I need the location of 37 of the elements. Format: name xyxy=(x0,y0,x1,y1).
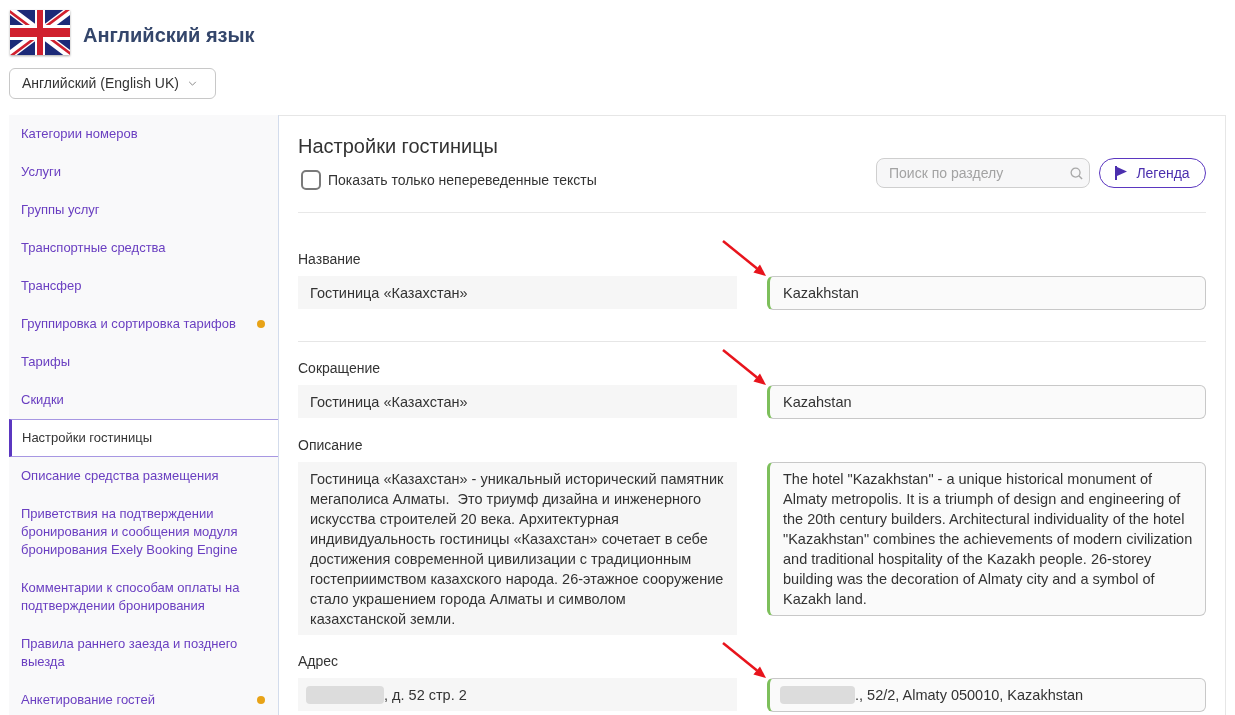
source-text: , д. 52 стр. 2 xyxy=(384,685,467,705)
checkbox-label: Показать только непереведенные тексты xyxy=(328,171,597,190)
search-field[interactable]: Поиск по разделу xyxy=(876,158,1090,188)
sidebar-item[interactable]: Трансфер xyxy=(9,267,278,305)
caret-icon xyxy=(187,81,197,86)
search-icon xyxy=(1070,167,1083,180)
source-text: Гостиница «Казахстан» xyxy=(310,283,468,303)
flag-icon xyxy=(10,10,70,55)
sidebar-item[interactable]: Транспортные средства xyxy=(9,229,278,267)
sidebar-item[interactable]: Услуги xyxy=(9,153,278,191)
sidebar-item[interactable]: Комментарии к способам оплаты на подтверждении бронирования xyxy=(9,569,278,625)
field-label: Название xyxy=(298,250,362,269)
translation-field[interactable]: Kazakhstan xyxy=(767,276,1206,310)
sidebar-item[interactable]: Описание средства размещения xyxy=(9,457,278,495)
sidebar-item[interactable]: Тарифы xyxy=(9,343,278,381)
sidebar-item[interactable]: Группировка и сортировка тарифов xyxy=(9,305,278,343)
sidebar-item[interactable]: Правила раннего заезда и позднего выезда xyxy=(9,625,278,681)
sidebar-item[interactable]: Анкетирование гостей xyxy=(9,681,278,715)
field-label: Описание xyxy=(298,436,364,455)
source-text: Гостиница «Казахстан» xyxy=(310,392,468,412)
field-label: Сокращение xyxy=(298,359,382,378)
source-text: Гостиница «Казахстан» - уникальный исторический памятник мегаполиса Алматы. Это триумф дизайна и инженерного искусства строителей 20 века. Архитектурная индивидуальность гостиницы «Казахстан» сочетает в себе достижения современной цивилизации с традиционным гостеприимством казахского народа. 26-этажное сооружение стало украшением города Алматы и символом казахстанской земли. xyxy=(310,469,725,629)
sidebar-item[interactable]: Настройки гостиницы xyxy=(9,419,278,457)
language-select[interactable]: Английский (English UK) xyxy=(9,68,216,99)
page-title: Английский язык xyxy=(83,22,255,48)
sidebar-item[interactable]: Группы услуг xyxy=(9,191,278,229)
translation-field[interactable]: ., 52/2, Almaty 050010, Kazakhstan xyxy=(767,678,1206,712)
sidebar-item[interactable]: Приветствия на подтверждении бронирования и сообщения модуля бронирования Exely Booking Engine xyxy=(9,495,278,569)
checkbox[interactable] xyxy=(301,170,321,190)
sidebar-item[interactable]: Скидки xyxy=(9,381,278,419)
sidebar-item[interactable]: Категории номеров xyxy=(9,115,278,153)
legend-button[interactable]: Легенда xyxy=(1099,158,1206,188)
field-label: Адрес xyxy=(298,652,340,671)
translation-field[interactable]: Kazahstan xyxy=(767,385,1206,419)
translation-field[interactable]: The hotel "Kazakhstan" - a unique historical monument of Almaty metropolis. It is a triumph of design and engineering of the 20th century builders. Architectural individuality of the hotel "Kazakhstan" combines the achievements of modern civilization and traditional hospitality of the Kazakh people. 26-storey building was the decoration of Almaty city and a symbol of Kazakh land. xyxy=(767,462,1206,616)
panel-title: Настройки гостиницы xyxy=(298,134,499,159)
flag-icon xyxy=(1115,166,1128,180)
